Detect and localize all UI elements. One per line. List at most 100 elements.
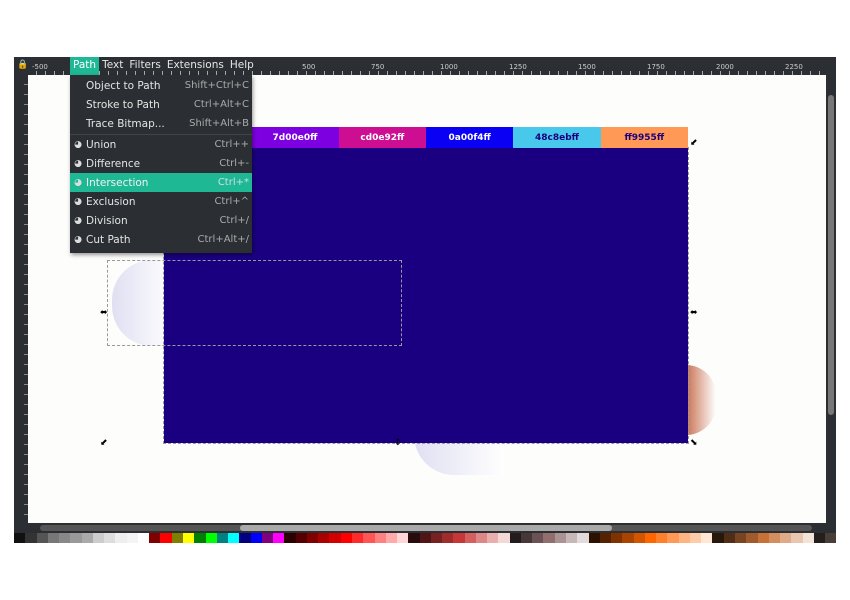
palette-swatch[interactable] (543, 533, 555, 543)
palette-swatch[interactable] (137, 533, 150, 543)
palette-swatch[interactable] (475, 533, 488, 543)
palette-swatch[interactable] (667, 533, 679, 543)
palette-swatch[interactable] (768, 533, 781, 543)
palette-swatch[interactable] (261, 533, 274, 543)
palette-swatch[interactable] (205, 533, 217, 543)
scale-handle[interactable]: ⬊ (690, 438, 698, 448)
palette-swatch[interactable] (566, 533, 578, 543)
scroll-thumb[interactable] (828, 95, 834, 415)
palette-swatch[interactable] (430, 533, 443, 543)
lock-icon[interactable]: 🔒 (17, 60, 28, 70)
color-palette[interactable] (14, 533, 837, 543)
palette-swatch[interactable] (306, 533, 319, 543)
palette-swatch[interactable] (712, 533, 724, 543)
menu-item-difference[interactable]: ◕ Difference Ctrl+- (70, 154, 252, 173)
palette-swatch[interactable] (813, 533, 826, 543)
palette-swatch[interactable] (442, 533, 454, 543)
palette-swatch[interactable] (194, 533, 206, 543)
palette-swatch[interactable] (149, 533, 161, 543)
palette-swatch[interactable] (216, 533, 229, 543)
palette-swatch[interactable] (318, 533, 330, 543)
palette-swatch[interactable] (532, 533, 544, 543)
palette-swatch[interactable] (757, 533, 769, 543)
palette-swatch[interactable] (780, 533, 792, 543)
palette-swatch[interactable] (408, 533, 420, 543)
palette-swatch[interactable] (295, 533, 307, 543)
palette-swatch[interactable] (59, 533, 71, 543)
palette-swatch[interactable] (611, 533, 623, 543)
swatch[interactable]: cd0e92ff (338, 127, 426, 148)
palette-swatch[interactable] (419, 533, 431, 543)
menu-item-union[interactable]: ◕ Union Ctrl++ (70, 135, 252, 154)
palette-swatch[interactable] (171, 533, 183, 543)
palette-swatch[interactable] (47, 533, 60, 543)
menu-item-division[interactable]: ◕ Division Ctrl+/ (70, 211, 252, 230)
swatch[interactable]: ff9955ff (600, 127, 688, 148)
palette-swatch[interactable] (160, 533, 172, 543)
vertical-scrollbar[interactable] (826, 75, 836, 523)
palette-swatch[interactable] (825, 533, 837, 543)
swatch[interactable]: 0a00f4ff (425, 127, 514, 148)
palette-swatch[interactable] (633, 533, 645, 543)
palette-swatch[interactable] (701, 533, 713, 543)
vertical-ruler[interactable] (14, 75, 28, 523)
palette-swatch[interactable] (678, 533, 690, 543)
palette-swatch[interactable] (735, 533, 747, 543)
palette-swatch[interactable] (644, 533, 657, 543)
menu-item-exclusion[interactable]: ◕ Exclusion Ctrl+^ (70, 192, 252, 211)
scale-handle[interactable]: ⬋ (690, 138, 698, 148)
palette-swatch[interactable] (81, 533, 93, 543)
palette-swatch[interactable] (453, 533, 465, 543)
menu-extensions[interactable]: Extensions (164, 57, 227, 75)
palette-swatch[interactable] (351, 533, 364, 543)
menu-item-cut-path[interactable]: ◕ Cut Path Ctrl+Alt+/ (70, 230, 252, 249)
palette-swatch[interactable] (25, 533, 37, 543)
palette-swatch[interactable] (588, 533, 600, 543)
palette-swatch[interactable] (228, 533, 240, 543)
palette-swatch[interactable] (577, 533, 589, 543)
palette-swatch[interactable] (239, 533, 251, 543)
palette-swatch[interactable] (115, 533, 127, 543)
palette-swatch[interactable] (329, 533, 341, 543)
scale-handle[interactable]: ↕ (394, 438, 402, 448)
menu-path[interactable]: Path (70, 57, 100, 75)
palette-swatch[interactable] (520, 533, 533, 543)
menu-filters[interactable]: Filters (126, 57, 163, 75)
palette-swatch[interactable] (554, 533, 567, 543)
palette-swatch[interactable] (36, 533, 48, 543)
menu-item-intersection[interactable]: ◕ Intersection Ctrl+* (70, 173, 252, 192)
scale-handle[interactable]: ⬌ (690, 308, 698, 318)
palette-swatch[interactable] (104, 533, 116, 543)
scale-handle[interactable]: ⬋ (100, 438, 108, 448)
palette-swatch[interactable] (385, 533, 398, 543)
palette-swatch[interactable] (723, 533, 735, 543)
menu-item-stroke-to-path[interactable]: Stroke to Path Ctrl+Alt+C (70, 95, 252, 114)
palette-swatch[interactable] (363, 533, 375, 543)
menu-text[interactable]: Text (99, 57, 126, 75)
palette-swatch[interactable] (340, 533, 352, 543)
palette-swatch[interactable] (622, 533, 634, 543)
palette-swatch[interactable] (126, 533, 138, 543)
palette-swatch[interactable] (689, 533, 702, 543)
scale-handle[interactable]: ⬌ (100, 308, 108, 318)
menu-item-trace-bitmap[interactable]: Trace Bitmap... Shift+Alt+B (70, 114, 252, 133)
scroll-thumb[interactable] (240, 525, 612, 531)
swatch[interactable]: 7d00e0ff (251, 127, 339, 148)
palette-swatch[interactable] (70, 533, 82, 543)
palette-swatch[interactable] (374, 533, 386, 543)
swatch[interactable]: 48c8ebff (513, 127, 601, 148)
palette-swatch[interactable] (273, 533, 285, 543)
menu-help[interactable]: Help (227, 57, 257, 75)
palette-swatch[interactable] (250, 533, 262, 543)
palette-swatch[interactable] (509, 533, 521, 543)
palette-swatch[interactable] (656, 533, 668, 543)
palette-swatch[interactable] (284, 533, 296, 543)
palette-swatch[interactable] (791, 533, 803, 543)
palette-swatch[interactable] (802, 533, 814, 543)
palette-swatch[interactable] (92, 533, 105, 543)
palette-swatch[interactable] (498, 533, 510, 543)
palette-swatch[interactable] (182, 533, 195, 543)
palette-swatch[interactable] (464, 533, 476, 543)
gradient-shape[interactable] (686, 365, 716, 435)
menu-item-object-to-path[interactable]: Object to Path Shift+Ctrl+C (70, 76, 252, 95)
